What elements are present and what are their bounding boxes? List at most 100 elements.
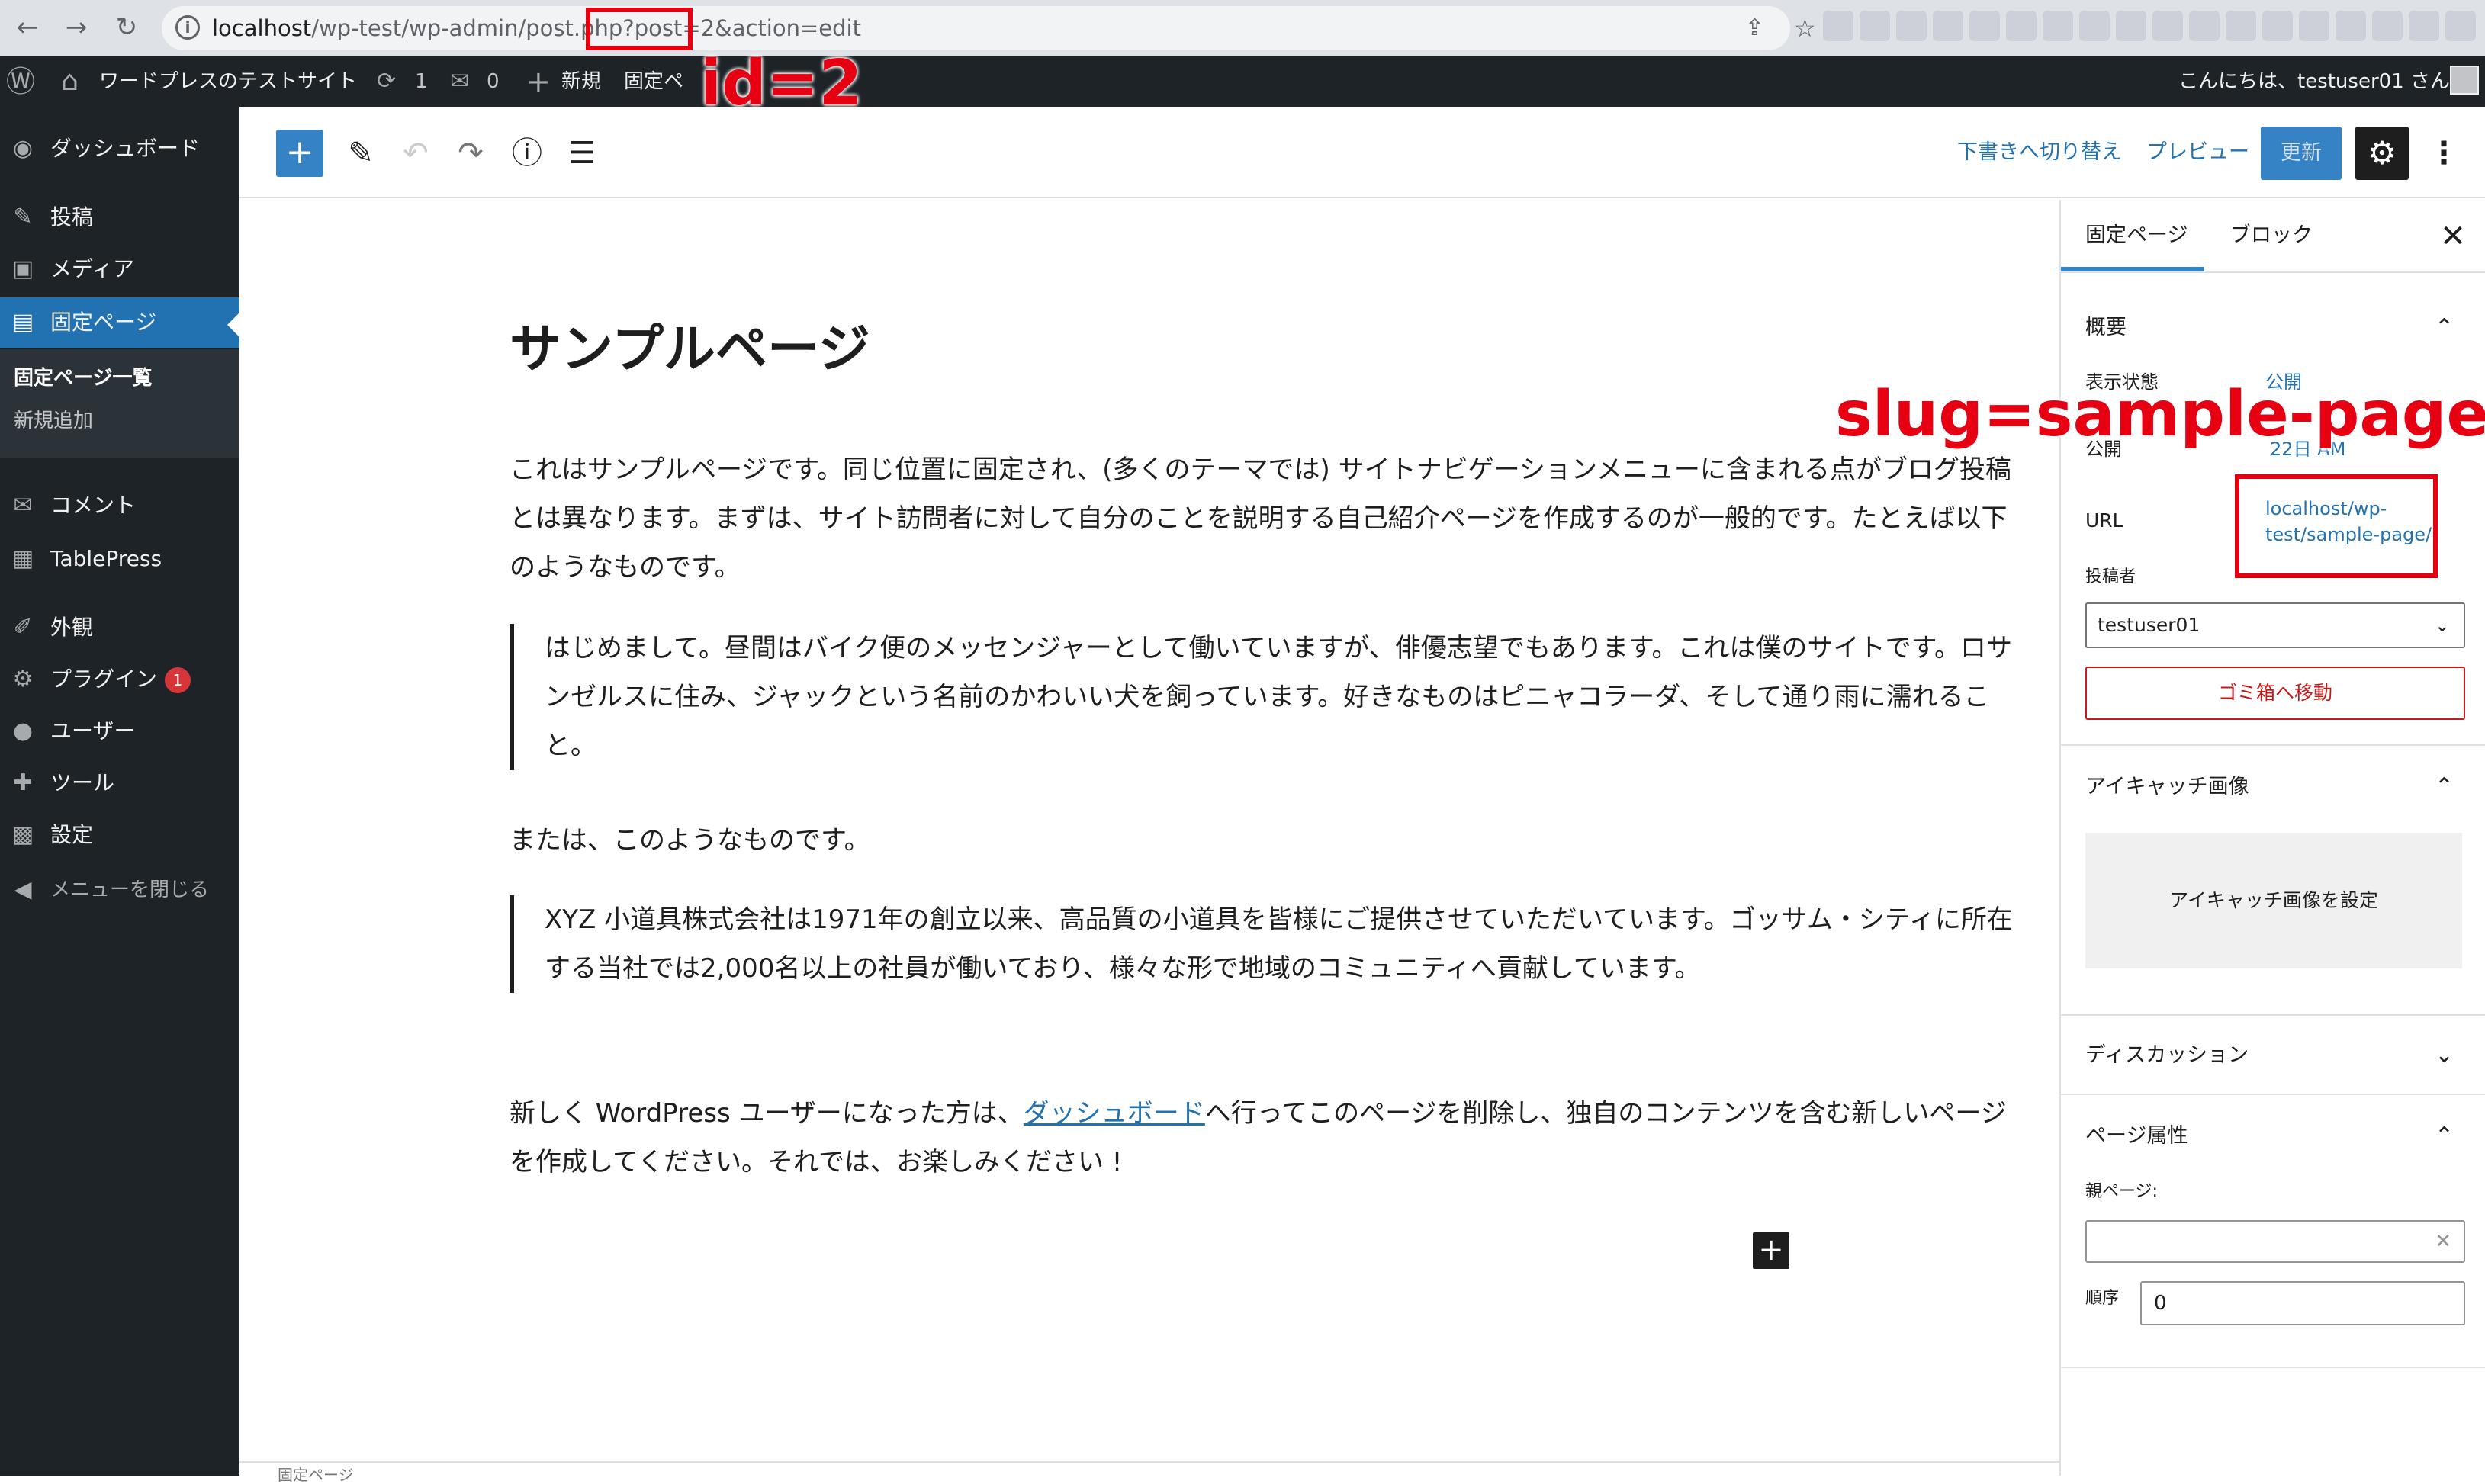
parent-page-input[interactable]: ✕ [2085, 1220, 2465, 1263]
star-icon[interactable]: ☆ [1794, 15, 1816, 41]
updates-count[interactable]: 1 [415, 56, 428, 107]
page-title[interactable]: サンプルページ [510, 316, 870, 384]
parent-page-label: 親ページ: [2085, 1182, 2158, 1201]
chevron-up-icon[interactable]: ⌃ [2435, 1121, 2454, 1152]
user-avatar[interactable] [2450, 66, 2479, 95]
site-info-icon[interactable]: i [175, 15, 200, 40]
menu-settings[interactable]: ▩ 設定 [0, 810, 239, 860]
redo-icon[interactable]: ↷ [447, 130, 494, 177]
menu-pages[interactable]: ▤ 固定ページ [0, 297, 239, 348]
settings-gear-icon[interactable]: ⚙ [2355, 127, 2409, 180]
new-content-icon[interactable]: + [526, 56, 551, 107]
paragraph-block[interactable]: 新しく WordPress ユーザーになった方は、ダッシュボードへ行ってこのペー… [510, 1089, 2027, 1187]
collapse-icon: ◀ [14, 876, 32, 903]
submenu-all-pages[interactable]: 固定ページ一覧 [14, 363, 152, 393]
reload-icon[interactable]: ↻ [110, 11, 143, 44]
address-bar[interactable]: i localhost/wp-test/wp-admin/post.php?po… [162, 6, 1790, 50]
featured-image-title[interactable]: アイキャッチ画像 [2085, 772, 2249, 802]
plugins-update-badge: 1 [165, 667, 191, 693]
wordpress-logo-icon[interactable]: Ⓦ [6, 56, 35, 107]
chevron-down-icon[interactable]: ⌄ [2435, 1040, 2454, 1071]
url-slug-highlight [2235, 474, 2438, 578]
media-icon: ▣ [11, 255, 34, 282]
menu-label: 固定ページ [50, 310, 157, 335]
undo-icon[interactable]: ↶ [392, 130, 439, 177]
set-featured-image-button[interactable]: アイキャッチ画像を設定 [2085, 833, 2462, 968]
updates-icon[interactable]: ⟳ [377, 56, 396, 107]
menu-label: コメント [50, 493, 137, 518]
tab-block[interactable]: ブロック [2230, 200, 2313, 271]
home-icon[interactable]: ⌂ [61, 56, 79, 107]
move-to-trash-button[interactable]: ゴミ箱へ移動 [2085, 667, 2465, 720]
clear-icon[interactable]: ✕ [2435, 1222, 2451, 1261]
post-id-highlight [586, 8, 693, 50]
menu-label: TablePress [50, 546, 162, 571]
list-view-icon[interactable]: ☰ [558, 130, 606, 177]
comments-icon[interactable]: ✉ [450, 56, 469, 107]
url-label: URL [2085, 509, 2123, 532]
author-label: 投稿者 [2085, 567, 2136, 586]
summary-title[interactable]: 概要 [2085, 313, 2127, 343]
order-label: 順序 [2085, 1289, 2120, 1308]
admin-sidebar: ◉ ダッシュボード ✎ 投稿 ▣ メディア ▤ 固定ページ 固定ページ一覧 新規追加 ✉… [0, 107, 239, 1476]
forward-icon[interactable]: → [59, 11, 93, 44]
quote-block[interactable]: はじめまして。昼間はバイク便のメッセンジャーとして働いていますが、俳優志望でもあ… [510, 624, 2027, 770]
url-host: localhost [212, 15, 312, 41]
url-text[interactable]: localhost/wp-test/wp-admin/post.php?post… [212, 14, 861, 42]
user-greeting[interactable]: こんにちは、testuser01 さん [2178, 56, 2450, 107]
dashboard-link[interactable]: ダッシュボード [1024, 1098, 1205, 1129]
menu-label: ダッシュボード [50, 136, 201, 161]
back-icon[interactable]: ← [11, 11, 44, 44]
new-content-link[interactable]: 新規 [561, 56, 601, 107]
url-query-action: &action=edit [715, 15, 861, 41]
paragraph-block[interactable]: これはサンプルページです。同じ位置に固定され、(多くのテーマでは) サイトナビゲ… [510, 445, 2027, 592]
menu-tools[interactable]: ✚ ツール [0, 758, 239, 808]
chevron-down-icon: ⌄ [2434, 615, 2450, 636]
inline-add-block-button[interactable]: + [1753, 1232, 1789, 1269]
page-attributes-title[interactable]: ページ属性 [2085, 1121, 2188, 1152]
close-icon[interactable]: ✕ [2435, 218, 2471, 255]
add-block-button[interactable]: + [276, 130, 323, 177]
share-icon[interactable]: ⇪ [1745, 15, 1764, 41]
more-options-icon[interactable]: ⋮ [2429, 130, 2459, 177]
paragraph-block[interactable]: または、このようなものです。 [510, 816, 2027, 865]
comments-count[interactable]: 0 [487, 56, 500, 107]
user-icon: ● [12, 718, 34, 744]
menu-collapse[interactable]: ◀ メニューを閉じる [0, 865, 239, 915]
url-path: /wp-test/wp-admin/post.php [311, 15, 623, 41]
browser-toolbar: ← → ↻ i localhost/wp-test/wp-admin/post.… [0, 0, 2485, 56]
menu-comments[interactable]: ✉ コメント [0, 480, 239, 531]
menu-posts[interactable]: ✎ 投稿 [0, 192, 239, 243]
chevron-up-icon[interactable]: ⌃ [2435, 772, 2454, 802]
pages-icon: ▤ [11, 309, 34, 336]
menu-media[interactable]: ▣ メディア [0, 244, 239, 294]
menu-appearance[interactable]: ✐ 外観 [0, 602, 239, 653]
tab-page[interactable]: 固定ページ [2085, 200, 2188, 271]
order-input[interactable]: 0 [2140, 1281, 2465, 1325]
view-page-link[interactable]: 固定ペ [624, 56, 683, 107]
update-button[interactable]: 更新 [2261, 127, 2342, 180]
preview-button[interactable]: プレビュー [2146, 137, 2249, 168]
author-select[interactable]: testuser01 ⌄ [2085, 602, 2465, 648]
breadcrumb[interactable]: 固定ページ [278, 1466, 354, 1484]
menu-tablepress[interactable]: ▦ TablePress [0, 534, 239, 584]
id-annotation: id=2 [700, 47, 863, 120]
switch-to-draft-button[interactable]: 下書きへ切り替え [1957, 137, 2122, 168]
author-value: testuser01 [2098, 614, 2200, 636]
menu-label: 設定 [50, 822, 94, 847]
pin-icon: ✎ [13, 204, 33, 230]
menu-plugins[interactable]: ⚙ プラグイン 1 [0, 654, 239, 705]
menu-users[interactable]: ● ユーザー [0, 706, 239, 756]
info-icon[interactable]: ⓘ [503, 130, 551, 177]
pages-submenu: 固定ページ一覧 新規追加 [0, 349, 239, 458]
site-name-link[interactable]: ワードプレスのテストサイト [99, 56, 357, 107]
discussion-title[interactable]: ディスカッション [2085, 1040, 2249, 1071]
editor-canvas: サンプルページ これはサンプルページです。同じ位置に固定され、(多くのテーマでは… [239, 200, 2059, 1484]
menu-dashboard[interactable]: ◉ ダッシュボード [0, 124, 239, 174]
quote-block[interactable]: XYZ 小道具株式会社は1971年の創立以来、高品質の小道具を皆様にご提供させて… [510, 895, 2035, 993]
editor-toolbar: + ✎ ↶ ↷ ⓘ ☰ 下書きへ切り替え プレビュー 更新 ⚙ ⋮ [239, 107, 2485, 198]
chevron-up-icon[interactable]: ⌃ [2435, 313, 2454, 343]
submenu-add-new[interactable]: 新規追加 [14, 406, 93, 436]
pencil-icon[interactable]: ✎ [337, 130, 384, 177]
editor-footer: 固定ページ [239, 1461, 2059, 1484]
